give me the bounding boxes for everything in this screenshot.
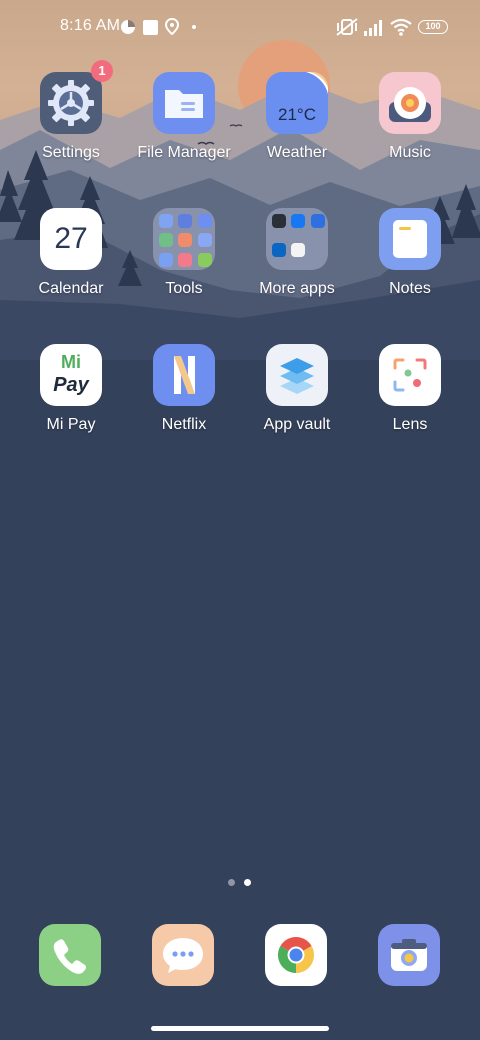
lens-icon — [379, 344, 441, 406]
mi-pay-icon: Mi Pay — [40, 344, 102, 406]
app-file-manager[interactable]: File Manager — [129, 72, 239, 162]
folder-icon — [153, 72, 215, 134]
dot-icon — [192, 16, 196, 38]
app-label: Weather — [266, 144, 328, 161]
more-apps-folder-icon — [266, 208, 328, 270]
app-label: Music — [389, 144, 431, 161]
tools-folder-icon — [153, 208, 215, 270]
mute-icon — [336, 16, 358, 38]
dock-phone[interactable] — [39, 924, 101, 986]
app-label: Mi Pay — [46, 416, 96, 433]
notes-icon — [379, 208, 441, 270]
app-label: File Manager — [137, 144, 231, 161]
status-bar: 8:16 AM 100 — [0, 0, 480, 56]
camera-icon — [391, 939, 427, 971]
status-time: 8:16 AM — [60, 17, 121, 34]
data-saver-icon — [120, 16, 136, 38]
dock-camera[interactable] — [378, 924, 440, 986]
mi-pay-brand-top: Mi — [61, 352, 81, 372]
app-app-vault[interactable]: App vault — [242, 344, 352, 434]
dock-chrome[interactable] — [265, 924, 327, 986]
home-indicator[interactable] — [151, 1026, 329, 1031]
netflix-icon — [153, 344, 215, 406]
app-label: Calendar — [38, 280, 104, 297]
location-pin-icon — [165, 16, 179, 38]
app-calendar[interactable]: 27 Calendar — [16, 208, 126, 298]
calendar-icon: 27 — [40, 208, 102, 270]
signal-icon — [364, 16, 386, 38]
weather-temperature: 21°C — [278, 105, 316, 124]
page-dot[interactable] — [228, 879, 235, 886]
app-label: Notes — [389, 280, 431, 297]
phone-icon — [53, 939, 86, 974]
calendar-date: 27 — [54, 222, 88, 255]
app-label: Netflix — [161, 416, 207, 433]
folder-tools[interactable]: Tools — [129, 208, 239, 298]
mi-pay-brand-bottom: Pay — [53, 374, 89, 396]
app-label: App vault — [263, 416, 331, 433]
app-music[interactable]: Music — [355, 72, 465, 162]
settings-gear-icon — [40, 72, 102, 134]
messages-icon — [163, 938, 203, 973]
app-lens[interactable]: Lens — [355, 344, 465, 434]
wifi-icon — [390, 16, 412, 38]
dock-messages[interactable] — [152, 924, 214, 986]
app-label: Lens — [392, 416, 428, 433]
app-notes[interactable]: Notes — [355, 208, 465, 298]
app-netflix[interactable]: Netflix — [129, 344, 239, 434]
chrome-icon — [277, 937, 315, 973]
music-record-icon — [379, 72, 441, 134]
app-mi-pay[interactable]: Mi Pay Mi Pay — [16, 344, 126, 434]
app-vault-icon — [266, 344, 328, 406]
battery-icon: 100 — [418, 20, 448, 34]
app-settings[interactable]: 1 Settings — [16, 60, 126, 162]
notification-badge: 1 — [91, 60, 113, 82]
app-label: Tools — [165, 280, 203, 297]
page-dot-active[interactable] — [244, 879, 251, 886]
app-label: More apps — [259, 280, 335, 297]
weather-icon: 21°C — [266, 72, 328, 134]
stop-icon — [143, 16, 158, 38]
app-weather[interactable]: 21°C Weather — [242, 72, 352, 162]
folder-more-apps[interactable]: More apps — [242, 208, 352, 298]
app-label: Settings — [42, 144, 100, 161]
page-indicator — [228, 879, 258, 887]
